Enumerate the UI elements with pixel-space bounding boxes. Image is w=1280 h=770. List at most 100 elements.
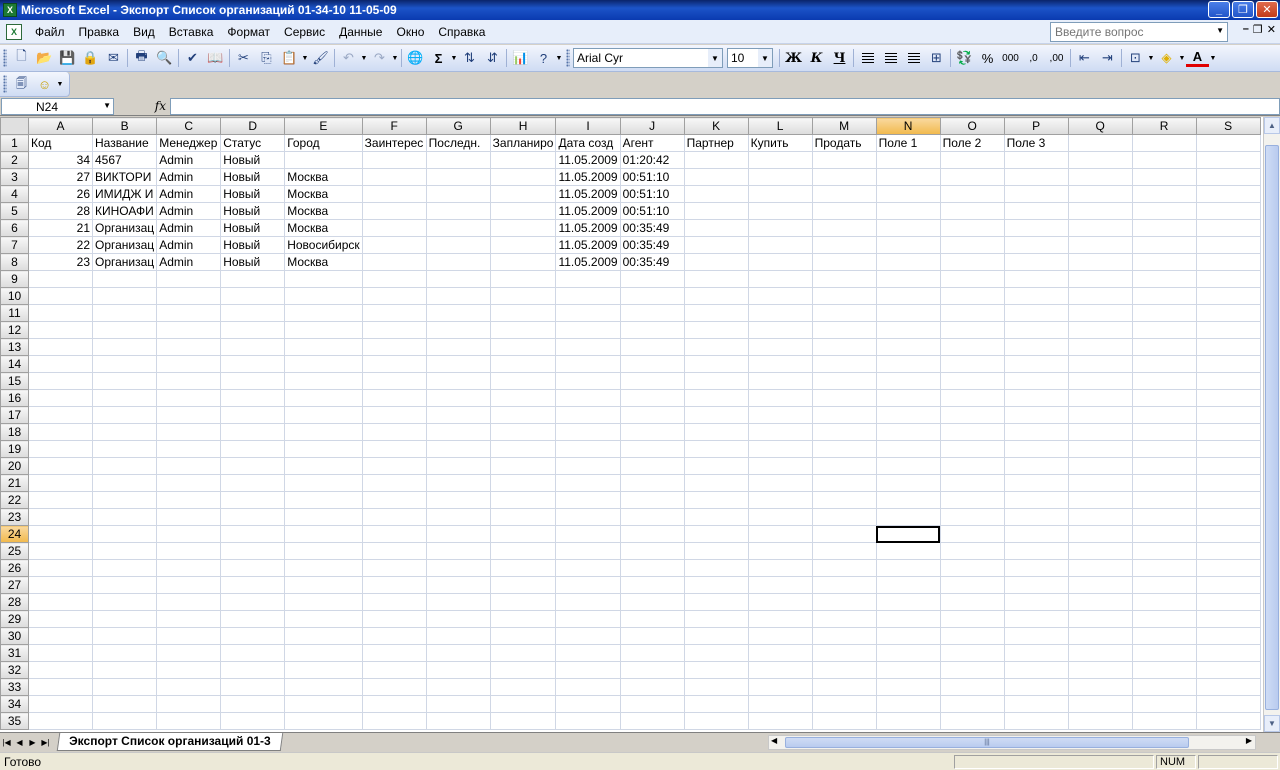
cell[interactable]: Последн. — [425, 134, 491, 152]
cell[interactable] — [425, 287, 491, 305]
cell[interactable] — [1003, 406, 1069, 424]
cell[interactable]: Поле 2 — [939, 134, 1005, 152]
cell[interactable] — [425, 168, 491, 186]
cell[interactable] — [747, 695, 813, 713]
cell[interactable] — [1003, 491, 1069, 509]
cell[interactable] — [939, 712, 1005, 730]
cell[interactable] — [1131, 576, 1197, 594]
menu-item-4[interactable]: Формат — [220, 22, 277, 42]
cell[interactable] — [284, 576, 363, 594]
cell[interactable] — [1003, 712, 1069, 730]
cell[interactable] — [1003, 423, 1069, 441]
cell[interactable] — [425, 491, 491, 509]
cell[interactable] — [28, 525, 93, 543]
vertical-scroll-thumb[interactable] — [1265, 145, 1279, 710]
cell[interactable] — [1067, 185, 1133, 203]
cell[interactable] — [875, 440, 941, 458]
cell[interactable]: 00:51:10 — [619, 185, 685, 203]
cell[interactable] — [875, 355, 941, 373]
cell[interactable] — [683, 389, 749, 407]
cell[interactable] — [361, 372, 427, 390]
cell[interactable] — [939, 270, 1005, 288]
cell[interactable] — [91, 304, 158, 322]
sheet-tab[interactable]: Экспорт Список организаций 01-3 — [56, 733, 283, 751]
cell[interactable] — [156, 338, 222, 356]
borders-dropdown-icon[interactable]: ▼ — [1147, 55, 1155, 62]
cell[interactable] — [747, 406, 813, 424]
workbook-icon[interactable]: X — [6, 23, 22, 40]
cell[interactable] — [1067, 712, 1133, 730]
doc-minimize-button[interactable]: – — [1243, 23, 1249, 36]
cell[interactable] — [875, 304, 941, 322]
cell[interactable]: Новый — [220, 168, 286, 186]
cell[interactable] — [220, 440, 286, 458]
cell[interactable] — [1195, 321, 1261, 339]
row-header[interactable]: 11 — [0, 304, 29, 322]
cell[interactable] — [683, 355, 749, 373]
cell[interactable] — [1067, 151, 1133, 169]
cell[interactable] — [28, 491, 93, 509]
cell[interactable] — [28, 372, 93, 390]
cell[interactable]: Купить — [747, 134, 813, 152]
cell[interactable] — [489, 389, 557, 407]
cell[interactable] — [939, 457, 1005, 475]
cell[interactable]: Новый — [220, 202, 286, 220]
cell[interactable]: 11.05.2009 — [555, 151, 621, 169]
cell[interactable] — [156, 304, 222, 322]
cell[interactable] — [811, 559, 877, 577]
cell[interactable] — [1131, 440, 1197, 458]
cell[interactable] — [1003, 304, 1069, 322]
menu-item-2[interactable]: Вид — [126, 22, 162, 42]
cell[interactable] — [361, 253, 427, 271]
cell[interactable] — [747, 253, 813, 271]
cell[interactable] — [489, 168, 557, 186]
cell[interactable] — [811, 712, 877, 730]
cell[interactable] — [361, 287, 427, 305]
fill-color-dropdown-icon[interactable]: ▼ — [1178, 55, 1186, 62]
cell[interactable] — [361, 576, 427, 594]
cell[interactable] — [361, 168, 427, 186]
cell[interactable] — [425, 202, 491, 220]
cell[interactable] — [156, 576, 222, 594]
cell[interactable] — [91, 440, 158, 458]
cell[interactable] — [489, 712, 557, 730]
cell[interactable] — [747, 168, 813, 186]
cell[interactable] — [555, 695, 621, 713]
cell[interactable] — [747, 542, 813, 560]
cell[interactable] — [555, 474, 621, 492]
redo-icon[interactable]: ↷ — [368, 47, 391, 69]
cell[interactable] — [747, 338, 813, 356]
formula-input[interactable] — [170, 97, 1280, 115]
cell[interactable] — [1003, 576, 1069, 594]
cell[interactable] — [811, 542, 877, 560]
cell[interactable] — [220, 338, 286, 356]
cell[interactable] — [220, 644, 286, 662]
redo-dropdown-icon[interactable]: ▼ — [391, 55, 399, 62]
cell[interactable] — [28, 661, 93, 679]
cell[interactable] — [747, 185, 813, 203]
cell[interactable] — [1131, 389, 1197, 407]
cell[interactable] — [875, 219, 941, 237]
cell[interactable] — [619, 576, 685, 594]
cell[interactable] — [875, 491, 941, 509]
column-header[interactable]: A — [28, 117, 93, 135]
cell[interactable] — [875, 168, 941, 186]
cell[interactable] — [875, 678, 941, 696]
cell[interactable] — [1131, 168, 1197, 186]
cell[interactable]: Дата созд — [555, 134, 621, 152]
cell[interactable] — [156, 355, 222, 373]
cell[interactable] — [489, 253, 557, 271]
cell[interactable] — [939, 355, 1005, 373]
cell[interactable] — [361, 185, 427, 203]
next-sheet-icon[interactable]: ▶ — [26, 738, 39, 747]
cell[interactable] — [811, 440, 877, 458]
cell[interactable] — [1195, 712, 1261, 730]
cell[interactable] — [1067, 661, 1133, 679]
cell[interactable] — [28, 627, 93, 645]
cell[interactable] — [425, 661, 491, 679]
cell[interactable]: Москва — [284, 219, 363, 237]
cell[interactable] — [425, 474, 491, 492]
cell[interactable] — [425, 151, 491, 169]
cell[interactable] — [1067, 253, 1133, 271]
cell[interactable] — [361, 236, 427, 254]
